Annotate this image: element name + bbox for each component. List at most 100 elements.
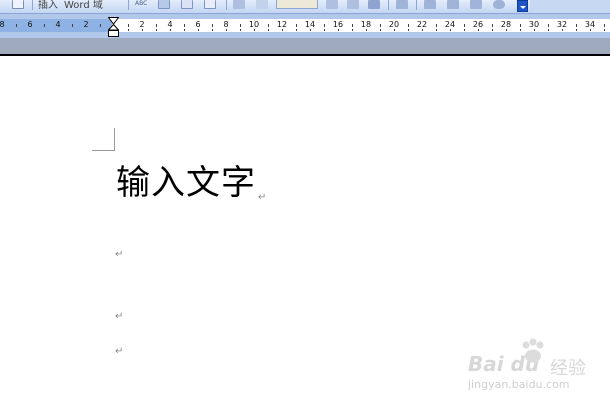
ruler-tick: [156, 24, 157, 27]
toolbar: 插入 Word 域 ABC: [0, 0, 610, 14]
ruler-tick: [450, 29, 451, 31]
ruler-tick: [520, 24, 521, 27]
ruler-tick: [100, 24, 101, 27]
ruler-tick: [548, 24, 549, 27]
ruler-tick: [590, 29, 591, 31]
ruler-tick: [520, 29, 521, 31]
ruler-tick-label: 6: [27, 20, 33, 29]
margin-corner-mark: [92, 150, 115, 151]
format-icon[interactable]: [158, 0, 170, 9]
merge-to-printer-icon[interactable]: [447, 0, 459, 9]
merge-to-document-icon[interactable]: [424, 0, 436, 9]
ruler-tick: [436, 24, 437, 27]
ruler-tick: [352, 29, 353, 31]
ruler-tick: [212, 24, 213, 27]
check-errors-icon[interactable]: [396, 0, 408, 9]
toolbar-separator: [416, 0, 417, 10]
ruler-tick-label: 2: [83, 20, 89, 29]
ruler-tick: [296, 29, 297, 31]
ruler-tick: [240, 29, 241, 31]
paragraph-mark: ↵: [115, 249, 124, 260]
toolbar-empty-area: [530, 0, 610, 13]
ruler-tick: [548, 29, 549, 31]
document-heading[interactable]: 输入文字 ↵: [116, 163, 268, 203]
ruler-tick: [72, 24, 73, 27]
watermark-suffix: 经验: [550, 358, 586, 379]
ruler-tick: [464, 29, 465, 31]
ruler-tick-label: 8: [0, 20, 5, 29]
ruler-tick: [156, 29, 157, 31]
ruler-tick: [282, 29, 283, 31]
ruler-tick: [128, 29, 129, 31]
ruler-tick: [324, 29, 325, 31]
ruler-tick: [436, 29, 437, 31]
ruler-tick: [604, 24, 605, 27]
next-record-icon[interactable]: [326, 0, 338, 9]
ruler-tick: [338, 29, 339, 31]
previous-record-icon[interactable]: [256, 0, 268, 9]
paragraph-mark: ↵: [115, 311, 124, 322]
word-field-button[interactable]: Word 域: [64, 0, 103, 11]
heading-text: 输入文字: [116, 163, 256, 203]
find-record-icon[interactable]: [368, 0, 380, 9]
ruler-tick: [268, 24, 269, 27]
ruler-tick: [16, 24, 17, 27]
ruler-tick: [170, 29, 171, 31]
toolbar-separator: [226, 0, 227, 10]
table-icon[interactable]: [204, 0, 216, 9]
ruler-tick: [184, 24, 185, 27]
ruler-tick: [380, 29, 381, 31]
ruler-tick: [562, 29, 563, 31]
ruler-tick: [576, 29, 577, 31]
ruler-tick: [198, 29, 199, 31]
abc-icon[interactable]: ABC: [135, 0, 147, 7]
last-record-icon[interactable]: [347, 0, 359, 9]
ruler-tick: [254, 29, 255, 31]
chevron-down-icon[interactable]: [517, 0, 528, 12]
ruler-tick: [240, 24, 241, 27]
ruler-tick: [534, 29, 535, 31]
ruler-tick: [212, 29, 213, 31]
ruler-tick: [492, 29, 493, 31]
toolbar-separator: [128, 0, 129, 10]
ruler-tick: [604, 29, 605, 31]
settings-icon[interactable]: [493, 0, 505, 9]
ruler-tick: [394, 29, 395, 31]
ruler-tick: [128, 24, 129, 27]
ruler-tick: [44, 24, 45, 27]
record-number-input[interactable]: [276, 0, 318, 9]
first-record-icon[interactable]: [233, 0, 245, 9]
ruler-tick: [492, 24, 493, 27]
margin-corner-mark: [114, 128, 115, 150]
watermark-url: jingyan.baidu.com: [468, 378, 570, 391]
ruler-tick: [366, 29, 367, 31]
baidu-watermark: Bai du 经验 jingyan.baidu.com: [468, 338, 610, 402]
toolbar-separator: [32, 0, 33, 10]
copy-icon[interactable]: [181, 0, 193, 9]
ruler-tick: [408, 24, 409, 27]
ruler-tick: [296, 24, 297, 27]
ruler-tick: [184, 29, 185, 31]
paragraph-mark: ↵: [258, 192, 268, 203]
insert-field-button[interactable]: 插入: [38, 0, 58, 11]
ruler-tick: [422, 29, 423, 31]
ruler-tick-label: 4: [55, 20, 61, 29]
ruler-tick: [310, 29, 311, 31]
paw-logo-icon: [522, 338, 544, 363]
indent-marker-icon[interactable]: [108, 17, 119, 38]
ruler-tick: [408, 29, 409, 31]
ruler-tick: [268, 29, 269, 31]
ruler-tick: [226, 29, 227, 31]
ruler-tick: [142, 29, 143, 31]
page-icon[interactable]: [12, 0, 24, 9]
ruler-tick: [352, 24, 353, 27]
ruler-tick: [576, 24, 577, 27]
merge-to-email-icon[interactable]: [470, 0, 482, 9]
ruler-tick: [324, 24, 325, 27]
ruler-tick: [464, 24, 465, 27]
horizontal-ruler[interactable]: 8 6 4 2 2 4 6 8 10 12 14 16 18 20 22 24 26 28 30 32 34: [0, 14, 610, 38]
ruler-tick: [506, 29, 507, 31]
paragraph-mark: ↵: [115, 346, 124, 357]
ruler-bottom-band: [0, 38, 610, 55]
ruler-tick: [380, 24, 381, 27]
